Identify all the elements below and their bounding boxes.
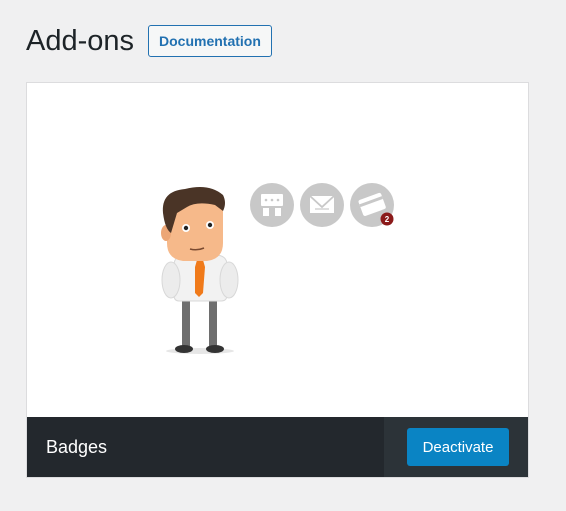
addon-image: 2 bbox=[27, 83, 528, 417]
notification-count: 2 bbox=[385, 215, 390, 224]
addon-footer: Badges Deactivate bbox=[27, 417, 528, 477]
badges-illustration: 2 bbox=[161, 183, 394, 354]
presentation-icon bbox=[250, 183, 294, 227]
notification-badge: 2 bbox=[380, 212, 394, 226]
mail-icon bbox=[300, 183, 344, 227]
page-title: Add-ons bbox=[26, 25, 135, 57]
addon-name: Badges bbox=[46, 437, 108, 457]
addon-card: 2 Badges Deactivate bbox=[26, 82, 529, 478]
addon-actions: Deactivate bbox=[384, 417, 528, 477]
page-header: Add-ons Documentation bbox=[26, 22, 272, 60]
deactivate-button[interactable]: Deactivate bbox=[407, 428, 509, 466]
documentation-button[interactable]: Documentation bbox=[148, 25, 272, 57]
businessman-character bbox=[161, 187, 239, 354]
